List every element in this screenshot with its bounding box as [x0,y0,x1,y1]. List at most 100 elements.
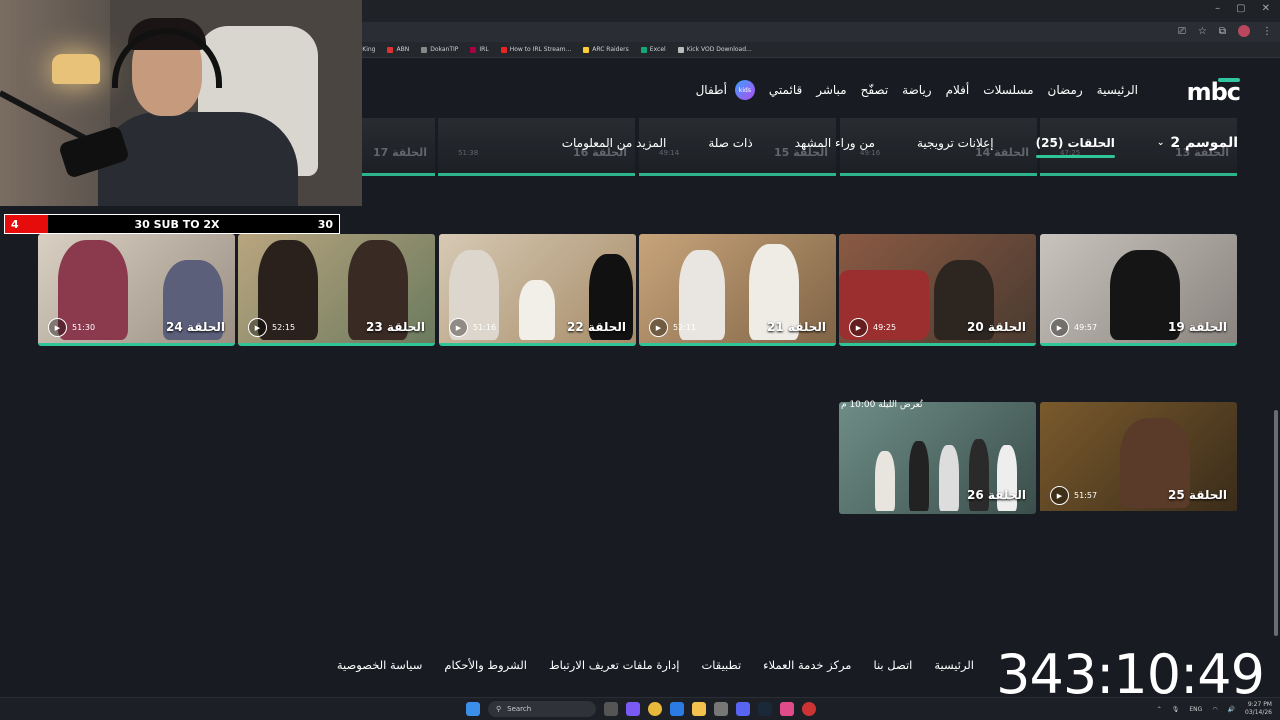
bookmark-item[interactable]: Kick VOD Download... [677,46,752,53]
maximize-icon[interactable]: ▢ [1236,3,1245,14]
play-icon[interactable]: ▶ [1050,486,1069,505]
chevron-down-icon: ⌄ [1156,138,1165,148]
play-icon[interactable]: ▶ [449,318,468,337]
webcam-overlay [0,0,362,206]
season-selector[interactable]: الموسم 2 ⌄ [1157,135,1238,151]
extensions-icon[interactable]: ⧉ [1219,26,1226,37]
copilot-icon[interactable] [626,702,640,716]
tab-behind-scenes[interactable]: من وراء المشهد [795,136,875,150]
nav-ramadan[interactable]: رمضان [1048,83,1083,97]
footer-contact[interactable]: اتصل بنا [873,658,912,672]
nav-movies[interactable]: أفلام [946,83,970,97]
close-icon[interactable]: ✕ [1262,3,1270,14]
windows-start-icon[interactable] [466,702,480,716]
file-explorer-icon[interactable] [692,702,706,716]
microphone-icon[interactable]: 🎙 [1172,706,1180,713]
episode-card[interactable]: ▶ 51:57 الحلقة 25 [1040,402,1237,514]
episode-tabs: الموسم 2 ⌄ الحلقات (25) إعلانات ترويجية … [562,135,1238,158]
discord-icon[interactable] [736,702,750,716]
footer-home[interactable]: الرئيسية [934,658,974,672]
bookmark-item[interactable]: DokanTIP [421,46,458,53]
sub-goal-bar: 4 30 SUB TO 2X 30 [4,214,340,234]
bookmark-item[interactable]: How to IRL Stream... [500,46,571,53]
taskbar-clock[interactable]: 9:27 PM 03/14/26 [1245,701,1272,717]
nav-series[interactable]: مسلسلات [983,83,1033,97]
chevron-up-icon[interactable]: ⌃ [1157,706,1162,713]
network-icon[interactable]: ◠ [1212,706,1217,713]
progress-bar [639,343,836,346]
nav-kids[interactable]: kids أطفال [696,80,755,100]
thumbnail-figure [519,280,555,340]
mbc-logo[interactable]: mbc [1187,78,1241,106]
task-view-icon[interactable] [604,702,618,716]
footer-terms[interactable]: الشروط والأحكام [444,658,527,672]
stream-timer: 343:10:49 [996,643,1265,706]
episode-card[interactable]: ▶ 49:25 الحلقة 20 [839,234,1036,346]
menu-icon[interactable]: ⋮ [1262,26,1272,37]
volume-icon[interactable]: 🔊 [1228,706,1235,713]
bookmark-icon [387,46,394,53]
nav-kids-label: أطفال [695,83,727,97]
progress-bar [238,343,435,346]
play-icon[interactable]: ▶ [48,318,67,337]
app-icon[interactable] [714,702,728,716]
footer-privacy[interactable]: سياسة الخصوصية [337,658,423,672]
progress-bar [1040,343,1237,346]
episode-card[interactable]: ▶ 49:57 الحلقة 19 [1040,234,1237,346]
steam-icon[interactable] [758,702,772,716]
windows-taskbar: ⚲ Search ⌃ 🎙 ENG ◠ 🔊 9:27 PM 03/14/26 [0,697,1280,720]
tab-episodes[interactable]: الحلقات (25) [1035,136,1116,158]
star-icon[interactable]: ☆ [1198,26,1207,37]
episode-card[interactable]: ▶ 51:30 الحلقة 24 [38,234,235,346]
progress-bar [439,343,636,346]
nav-mylist[interactable]: قائمتي [769,83,802,97]
bookmark-item[interactable]: ARC Raiders [583,46,629,53]
nav-home[interactable]: الرئيسية [1097,83,1138,97]
bookmark-icon [583,46,590,53]
language-indicator[interactable]: ENG [1189,706,1202,713]
window-controls: – ▢ ✕ [1215,3,1270,14]
thumbnail-figure [909,441,929,511]
nav-browse[interactable]: تصفّح [861,83,889,97]
obs-icon[interactable] [802,702,816,716]
bookmark-icon [421,46,428,53]
episode-card[interactable]: ▶ 51:16 الحلقة 22 [439,234,636,346]
tab-related[interactable]: ذات صلة [708,136,752,150]
app-icon[interactable] [780,702,794,716]
bookmark-icon [470,46,477,53]
play-icon[interactable]: ▶ [1050,318,1069,337]
nav-sports[interactable]: رياضة [902,83,931,97]
thumbnail-figure [875,451,895,511]
episode-card[interactable]: ▶ 52:15 الحلقة 23 [238,234,435,346]
taskbar-search[interactable]: ⚲ Search [488,701,596,717]
play-icon[interactable]: ▶ [248,318,267,337]
play-icon[interactable]: ▶ [649,318,668,337]
excel-icon [640,46,647,53]
kids-icon: kids [734,80,755,100]
bookmark-item[interactable]: ABN [387,46,409,53]
progress-bar [38,343,235,346]
footer-apps[interactable]: تطبيقات [701,658,741,672]
lamp [52,54,100,84]
tab-more-info[interactable]: المزيد من المعلومات [562,136,667,150]
bookmark-icon [677,46,684,53]
tab-promos[interactable]: إعلانات ترويجية [917,136,994,150]
footer-customer-service[interactable]: مركز خدمة العملاء [763,658,851,672]
episode-card[interactable]: الحلقة 17 [360,118,435,176]
episode-card[interactable]: تُعرض الليلة 10:00 م الحلقة 26 [839,400,1036,514]
install-icon[interactable]: ⎚ [1178,26,1186,37]
episode-card[interactable]: ▶ 52:11 الحلقة 21 [639,234,836,346]
minimize-icon[interactable]: – [1215,3,1220,14]
nav-live[interactable]: مباشر [816,83,846,97]
bookmark-item[interactable]: Excel [640,46,666,53]
page-scrollbar[interactable] [1274,410,1278,636]
airing-badge: تُعرض الليلة 10:00 م [841,400,923,410]
edge-icon[interactable] [670,702,684,716]
profile-avatar[interactable] [1238,25,1250,37]
play-icon[interactable]: ▶ [849,318,868,337]
youtube-icon [500,46,507,53]
chrome-icon[interactable] [648,702,662,716]
footer-cookies[interactable]: إدارة ملفات تعريف الارتباط [549,658,680,672]
bookmark-item[interactable]: IRL [470,46,489,53]
footer-links: الرئيسية اتصل بنا مركز خدمة العملاء تطبي… [337,658,974,672]
